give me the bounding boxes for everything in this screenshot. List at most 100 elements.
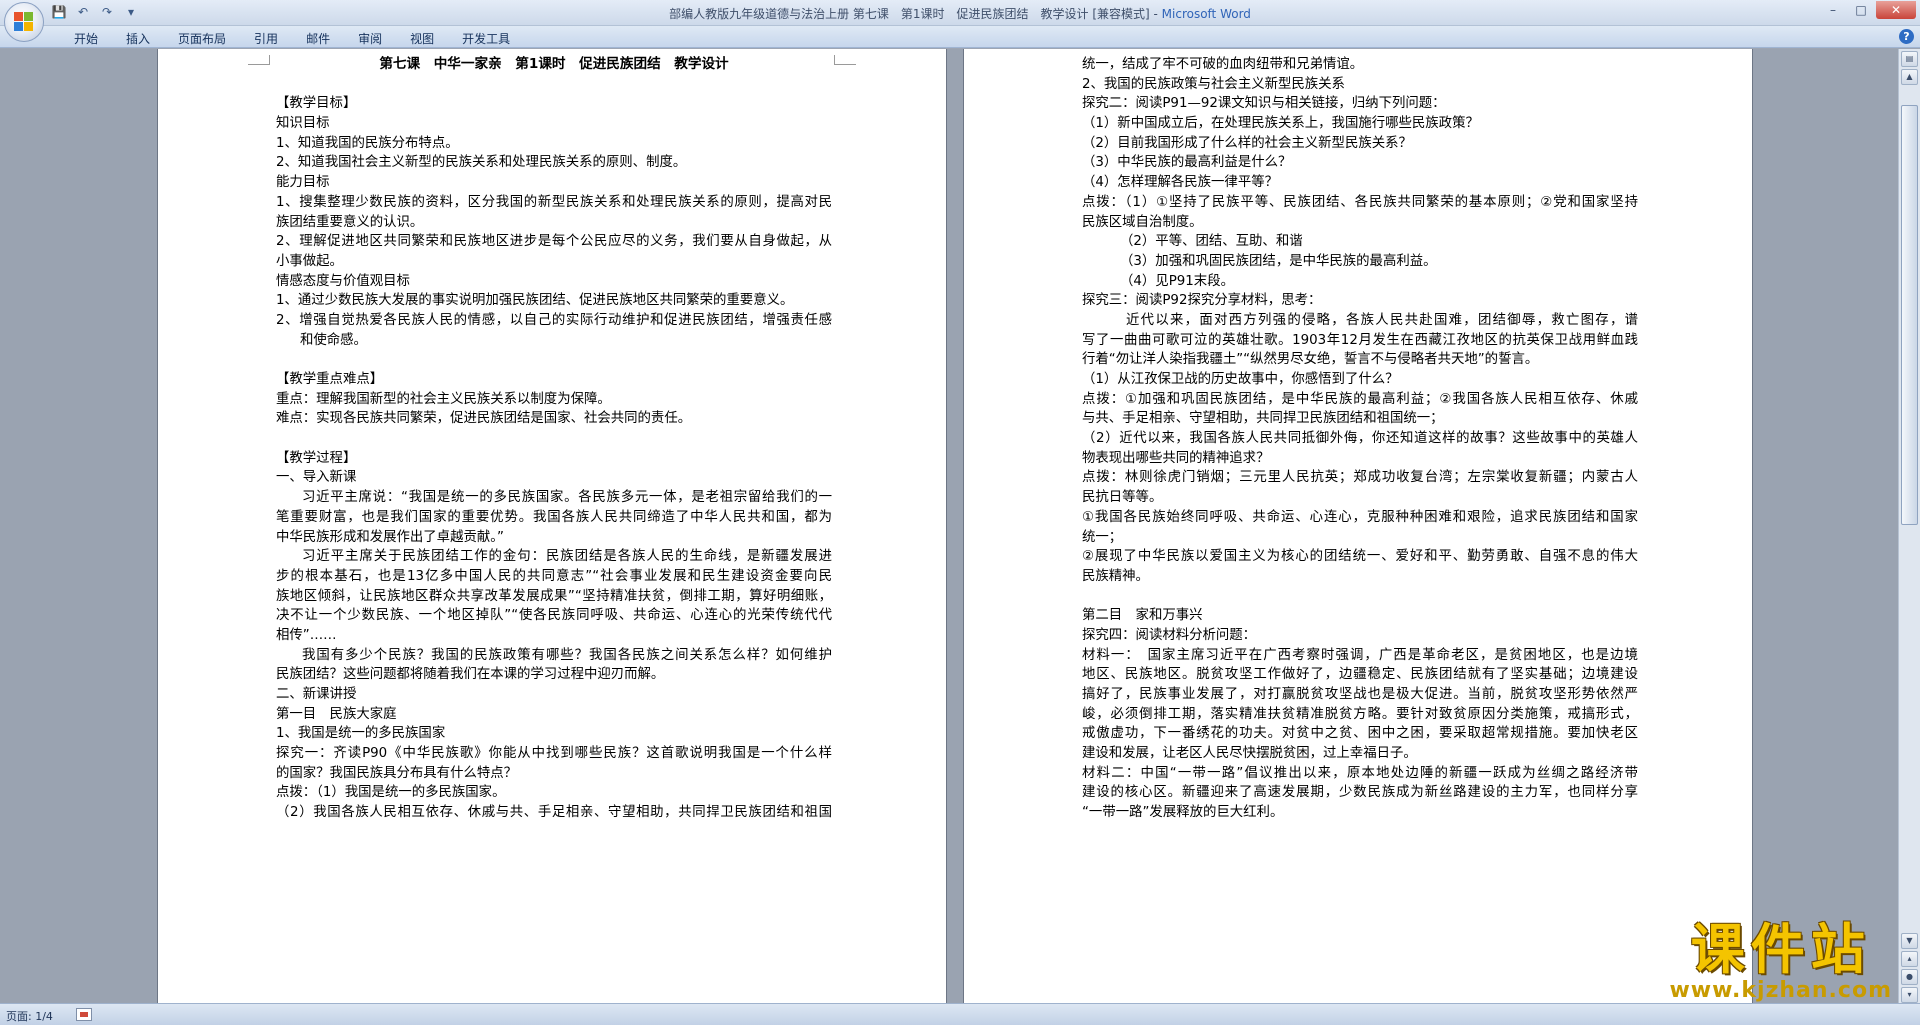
paragraph-line: 决不让一个少数民族、一个地区掉队”“使各民族同呼吸、共命运、心连心的光荣传统代代 — [276, 608, 832, 624]
paragraph-line: “一带一路”发展释放的巨大红利。 — [1082, 805, 1284, 821]
paragraph-line: 点拨：林则徐虎门销烟；三元里人民抗英；郑成功收复台湾；左宗棠收复新疆；内蒙古人 — [1082, 470, 1638, 486]
paragraph-line: 民族精神。 — [1082, 568, 1149, 584]
paragraph-line: 步的根本基石，也是13亿多中国人民的共同意志”“社会事业发展和民生建设资金要向民 — [276, 568, 832, 584]
crop-mark — [834, 55, 856, 65]
page-content[interactable]: 第七课 中华一家亲 第1课时 促进民族团结 教学设计 【教学目标】 知识目标 1… — [276, 55, 832, 823]
paragraph-line: （1）新中国成立后，在处理民族关系上，我国施行哪些民族政策？ — [1082, 116, 1479, 132]
paragraph-line: （2）近代以来，我国各族人民共同抵御外侮，你还知道这样的故事？这些故事中的英雄人 — [1082, 431, 1638, 447]
paragraph-line: 民族团结？这些问题都将随着我们在本课的学习过程中迎刃而解。 — [276, 667, 665, 683]
paragraph-line: 二、新课讲授 — [276, 687, 357, 702]
paragraph-line: 和使命感。 — [300, 332, 367, 348]
paragraph-line: 近代以来，面对西方列强的侵略，各族人民共赴国难，团结御辱，救亡图存，谱 — [1126, 312, 1638, 328]
paragraph-line: 重点：理解我国新型的社会主义民族关系以制度为保障。 — [276, 391, 611, 407]
paragraph-line: 能力目标 — [276, 175, 330, 191]
help-icon[interactable]: ? — [1899, 29, 1914, 44]
paragraph-line: （3）中华民族的最高利益是什么？ — [1082, 155, 1292, 171]
document-page-right[interactable]: 统一，结成了牢不可破的血肉纽带和兄弟情谊。 2、我国的民族政策与社会主义新型民族… — [963, 49, 1753, 1003]
window-title: 部编人教版九年级道德与法治上册 第七课 第1课时 促进民族团结 教学设计 [兼容… — [0, 5, 1920, 22]
section-heading: 【教学重点难点】 — [276, 372, 384, 387]
paragraph-line: 1、知道我国的民族分布特点。 — [276, 135, 459, 151]
tab-review[interactable]: 审阅 — [344, 29, 396, 48]
paragraph-line: （4）怎样理解各民族一律平等？ — [1082, 175, 1278, 191]
tab-home[interactable]: 开始 — [60, 29, 112, 48]
paragraph-line: 2、增强自觉热爱各民族人民的情感，以自己的实际行动维护和促进民族团结，增强责任感 — [276, 312, 832, 328]
paragraph-line: 与共、手足相亲、守望相助，共同捍卫民族团结和祖国统一； — [1082, 411, 1444, 427]
section-heading: 【教学过程】 — [276, 450, 357, 466]
paragraph-line: （2）平等、团结、互助、和谐 — [1120, 234, 1303, 250]
paragraph-line: 1、搜集整理少数民族的资料，区分我国的新型民族关系和处理民族关系的原则，提高对民 — [276, 194, 832, 210]
paragraph-line — [1082, 587, 1638, 607]
paragraph-line: 相传”…… — [276, 627, 337, 643]
paragraph-line — [276, 429, 832, 449]
paragraph-line: 习近平主席关于民族团结工作的金句：民族团结是各族人民的生命线，是新疆发展进 — [302, 549, 832, 565]
office-button[interactable] — [4, 2, 44, 42]
next-page-button[interactable]: ▾ — [1901, 987, 1918, 1003]
tab-insert[interactable]: 插入 — [112, 29, 164, 48]
watermark: 课件站 www.kjzhan.com — [1669, 920, 1892, 1002]
ruler-toggle-button[interactable]: ▤ — [1901, 51, 1918, 67]
tab-page-layout[interactable]: 页面布局 — [164, 29, 240, 48]
paragraph-line: ②展现了中华民族以爱国主义为核心的团结统一、爱好和平、勤劳勇敢、自强不息的伟大 — [1082, 549, 1638, 565]
ribbon-tabs: 开始 插入 页面布局 引用 邮件 审阅 视图 开发工具 — [60, 29, 524, 48]
paragraph-line: 习近平主席说：“我国是统一的多民族国家。各民族多元一体，是老祖宗留给我们的一 — [302, 490, 832, 506]
tab-view[interactable]: 视图 — [396, 29, 448, 48]
tab-references[interactable]: 引用 — [240, 29, 292, 48]
status-bar: 页面: 1/4 — [0, 1003, 1920, 1025]
paragraph-line: 地区、民族地区。脱贫攻坚工作做好了，边疆稳定、民族团结就有了坚实基础；边境建设 — [1082, 667, 1638, 683]
paragraph-line: 探究二：阅读P91—92课文知识与相关链接，归纳下列问题： — [1082, 96, 1446, 112]
app-name: Microsoft Word — [1161, 7, 1251, 21]
document-area[interactable]: 第七课 中华一家亲 第1课时 促进民族团结 教学设计 【教学目标】 知识目标 1… — [0, 49, 1898, 1003]
paragraph-line: 统一，结成了牢不可破的血肉纽带和兄弟情谊。 — [1082, 57, 1364, 72]
paragraph-line: （4）见P91末段。 — [1120, 273, 1234, 289]
paragraph-line: （2）我国各族人民相互依存、休戚与共、手足相亲、守望相助，共同捍卫民族团结和祖国 — [276, 805, 832, 821]
paragraph-line: 知识目标 — [276, 116, 330, 132]
paragraph-line: 探究三：阅读P92探究分享材料，思考： — [1082, 293, 1322, 309]
paragraph-line: 材料二：中国“一带一路”倡议推出以来，原本地处边陲的新疆一跃成为丝绸之路经济带 — [1082, 765, 1638, 781]
page-indicator[interactable]: 页面: 1/4 — [6, 1008, 53, 1024]
previous-page-button[interactable]: ▴ — [1901, 951, 1918, 967]
page-content[interactable]: 统一，结成了牢不可破的血肉纽带和兄弟情谊。 2、我国的民族政策与社会主义新型民族… — [1082, 55, 1638, 823]
paragraph-line: 第一目 民族大家庭 — [276, 706, 397, 722]
paragraph-line: 的国家？我国民族具分布具有什么特点？ — [276, 765, 518, 781]
paragraph-line: 2、知道我国社会主义新型的民族关系和处理民族关系的原则、制度。 — [276, 155, 687, 171]
select-browse-object-button[interactable]: ● — [1901, 969, 1918, 985]
document-page-left[interactable]: 第七课 中华一家亲 第1课时 促进民族团结 教学设计 【教学目标】 知识目标 1… — [157, 49, 947, 1003]
paragraph-line: ①我国各民族始终同呼吸、共命运、心连心，克服种种困难和艰险，追求民族团结和国家 — [1082, 509, 1638, 525]
paragraph-line: （2）目前我国形成了什么样的社会主义新型民族关系？ — [1082, 135, 1412, 151]
proofing-icon[interactable] — [76, 1008, 92, 1021]
paragraph-line: 戒傲虚功，下一番绣花的功夫。对贫中之贫、困中之困，要采取超常规措施。要加快老区 — [1082, 726, 1638, 742]
scroll-down-button[interactable]: ▼ — [1901, 933, 1918, 949]
section-heading: 【教学目标】 — [276, 96, 357, 112]
vertical-scrollbar[interactable]: ▤ ▲ ▼ ▴ ● ▾ — [1898, 49, 1920, 1003]
tab-mailings[interactable]: 邮件 — [292, 29, 344, 48]
ribbon: 开始 插入 页面布局 引用 邮件 审阅 视图 开发工具 ? — [0, 26, 1920, 48]
title-bar: 💾 ↶ ↷ ▾ 部编人教版九年级道德与法治上册 第七课 第1课时 促进民族团结 … — [0, 0, 1920, 26]
paragraph-line: 族团结重要意义的认识。 — [276, 214, 424, 230]
paragraph-line: 点拨：（1）①坚持了民族平等、民族团结、各民族共同繁荣的基本原则；②党和国家坚持 — [1082, 194, 1638, 210]
paragraph-line: 建设的核心区。新疆迎来了高速发展期，少数民族成为新丝路建设的主力军，也同样分享 — [1082, 785, 1638, 801]
paragraph-line: （3）加强和巩固民族团结，是中华民族的最高利益。 — [1120, 253, 1437, 269]
close-button[interactable]: ✕ — [1876, 1, 1916, 19]
paragraph-line — [276, 75, 832, 95]
paragraph-line: 难点：实现各民族共同繁荣，促进民族团结是国家、社会共同的责任。 — [276, 411, 692, 427]
paragraph-line: 峻，必须倒排工期，落实精准扶贫精准脱贫方略。要针对致贫原因分类施策，戒搞形式， — [1082, 706, 1638, 722]
paragraph-line: 行着“勿让洋人染指我疆土”“纵然男尽女绝，誓言不与侵略者共天地”的誓言。 — [1082, 352, 1539, 368]
paragraph-line: 材料一： 国家主席习近平在广西考察时强调，广西是革命老区，是贫困地区，也是边境 — [1082, 647, 1638, 663]
paragraph-line: 搞好了，民族事业发展了，对打赢脱贫攻坚战也是极大促进。当前，脱贫攻坚形势依然严 — [1082, 687, 1638, 702]
scroll-thumb[interactable] — [1901, 105, 1918, 525]
minimize-button[interactable]: – — [1820, 1, 1846, 19]
scroll-up-button[interactable]: ▲ — [1901, 69, 1918, 85]
tab-developer[interactable]: 开发工具 — [448, 29, 524, 48]
maximize-button[interactable]: □ — [1848, 1, 1874, 19]
office-logo-icon — [14, 12, 34, 32]
watermark-title: 课件站 — [1690, 918, 1871, 981]
paragraph-line: 统一； — [1082, 529, 1123, 545]
paragraph-line: 民抗日等等。 — [1082, 490, 1163, 506]
paragraph-line: 第二目 家和万事兴 — [1082, 608, 1203, 624]
paragraph-line: 物表现出哪些共同的精神追求？ — [1082, 450, 1270, 466]
paragraph-line: 写了一曲曲可歌可泣的英雄壮歌。1903年12月发生在西藏江孜地区的抗英保卫战用鲜… — [1082, 332, 1638, 348]
paragraph-line: （1）从江孜保卫战的历史故事中，你感悟到了什么？ — [1082, 372, 1399, 387]
watermark-url: www.kjzhan.com — [1669, 978, 1892, 1003]
crop-mark — [248, 55, 270, 65]
paragraph-line — [276, 350, 832, 370]
